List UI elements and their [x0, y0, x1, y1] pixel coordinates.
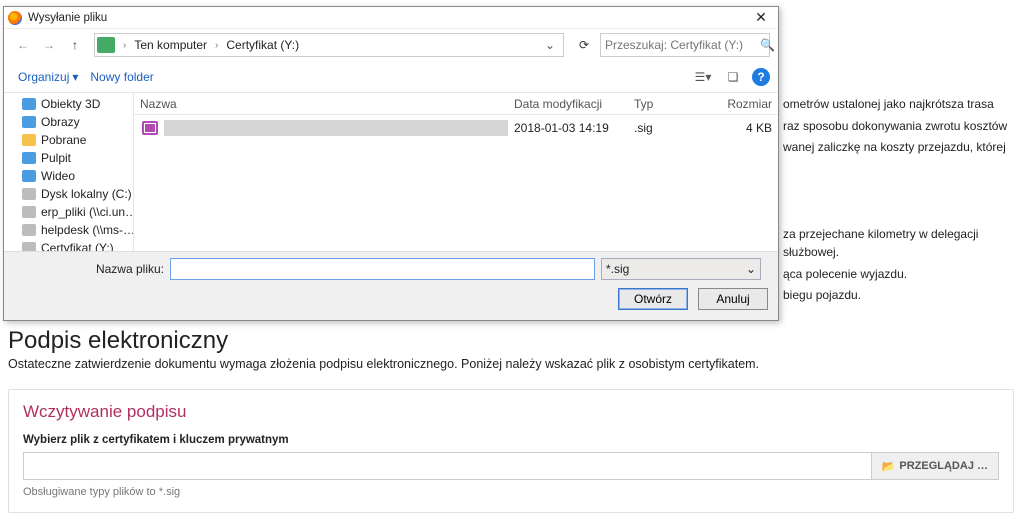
search-box[interactable]: 🔍 — [600, 33, 770, 57]
panel-heading: Wczytywanie podpisu — [23, 402, 999, 422]
page-title: Podpis elektroniczny — [8, 327, 1014, 355]
file-modified-cell: 2018-01-03 14:19 — [508, 121, 628, 135]
column-headers[interactable]: Nazwa Data modyfikacji Typ Rozmiar — [134, 93, 778, 115]
arrow-right-icon: → — [43, 38, 55, 52]
file-row[interactable]: 2018-01-03 14:19 .sig 4 KB — [134, 117, 778, 139]
view-mode-button[interactable]: ☰▾ — [692, 67, 714, 87]
col-size[interactable]: Rozmiar — [708, 97, 778, 111]
tree-item-downloads[interactable]: Pobrane — [4, 131, 133, 149]
dialog-titlebar: Wysyłanie pliku ✕ — [4, 7, 778, 29]
tree-item-desktop[interactable]: Pulpit — [4, 149, 133, 167]
help-button[interactable]: ? — [752, 68, 770, 86]
folder-icon — [22, 152, 36, 164]
tree-item-drive-y[interactable]: Certyfikat (Y:) — [4, 239, 133, 251]
crumb-this-pc[interactable]: Ten komputer — [130, 38, 211, 52]
organize-menu[interactable]: Organizuj▾ — [12, 70, 84, 84]
chevron-right-icon: › — [211, 40, 222, 51]
file-field-label: Wybierz plik z certyfikatem i kluczem pr… — [23, 434, 999, 446]
tree-item-net-erp[interactable]: erp_pliki (\\ci.un… — [4, 203, 133, 221]
folder-icon — [22, 116, 36, 128]
tree-item-drive-c[interactable]: Dysk lokalny (C:) — [4, 185, 133, 203]
certificate-file-input[interactable] — [23, 452, 872, 480]
preview-pane-button[interactable]: ❏ — [722, 67, 744, 87]
col-type[interactable]: Typ — [628, 97, 708, 111]
nav-up-button[interactable]: ↑ — [64, 34, 86, 56]
file-size-cell: 4 KB — [708, 121, 778, 135]
page-subtitle: Ostateczne zatwierdzenie dokumentu wymag… — [8, 357, 1014, 371]
background-document-text: ometrów ustalonej jako najkrótsza trasa … — [783, 95, 1014, 308]
file-type-cell: .sig — [628, 121, 708, 135]
list-view-icon: ☰▾ — [695, 70, 712, 84]
sig-file-icon — [142, 121, 158, 135]
filename-input[interactable] — [170, 258, 595, 280]
search-icon: 🔍 — [760, 38, 775, 52]
file-name-cell[interactable] — [164, 120, 508, 136]
dialog-title: Wysyłanie pliku — [28, 12, 748, 24]
tree-item-pictures[interactable]: Obrazy — [4, 113, 133, 131]
chevron-down-icon: ▾ — [72, 70, 78, 84]
help-icon: ? — [757, 70, 764, 84]
col-modified[interactable]: Data modyfikacji — [508, 97, 628, 111]
drive-icon — [22, 188, 36, 200]
supported-types-hint: Obsługiwane typy plików to *.sig — [23, 486, 999, 498]
drive-icon — [22, 242, 36, 251]
search-input[interactable] — [605, 38, 760, 52]
arrow-left-icon: ← — [17, 38, 29, 52]
folder-tree[interactable]: Obiekty 3D Obrazy Pobrane Pulpit Wideo D… — [4, 93, 134, 251]
dialog-nav: ← → ↑ › Ten komputer › Certyfikat (Y:) ⌄… — [4, 29, 778, 61]
new-folder-button[interactable]: Nowy folder — [84, 70, 159, 84]
file-list: Nazwa Data modyfikacji Typ Rozmiar 2018-… — [134, 93, 778, 251]
chevron-right-icon: › — [119, 40, 130, 51]
tree-item-videos[interactable]: Wideo — [4, 167, 133, 185]
close-button[interactable]: ✕ — [748, 9, 774, 26]
folder-icon — [22, 98, 36, 110]
breadcrumb[interactable]: › Ten komputer › Certyfikat (Y:) ⌄ — [94, 33, 564, 57]
refresh-icon: ⟳ — [579, 38, 589, 52]
refresh-button[interactable]: ⟳ — [572, 38, 596, 52]
chevron-down-icon: ⌄ — [746, 262, 756, 276]
preview-pane-icon: ❏ — [728, 70, 739, 84]
open-button[interactable]: Otwórz — [618, 288, 688, 310]
firefox-icon — [8, 11, 22, 25]
tree-item-3d-objects[interactable]: Obiekty 3D — [4, 95, 133, 113]
signature-section: Podpis elektroniczny Ostateczne zatwierd… — [8, 327, 1014, 513]
nav-forward-button: → — [38, 34, 60, 56]
folder-open-icon: 📂 — [882, 460, 896, 473]
filename-label: Nazwa pliku: — [14, 262, 164, 276]
nav-back-button[interactable]: ← — [12, 34, 34, 56]
folder-icon — [22, 170, 36, 182]
dialog-footer: Nazwa pliku: *.sig ⌄ Otwórz Anuluj — [4, 251, 778, 320]
computer-icon — [97, 37, 115, 53]
crumb-drive[interactable]: Certyfikat (Y:) — [222, 38, 303, 52]
browse-button[interactable]: 📂 PRZEGLĄDAJ … — [872, 452, 999, 480]
dialog-toolbar: Organizuj▾ Nowy folder ☰▾ ❏ ? — [4, 61, 778, 93]
file-type-filter[interactable]: *.sig ⌄ — [601, 258, 761, 280]
network-drive-icon — [22, 206, 36, 218]
arrow-up-icon: ↑ — [72, 38, 78, 52]
folder-icon — [22, 134, 36, 146]
col-name[interactable]: Nazwa — [134, 97, 508, 111]
file-open-dialog: Wysyłanie pliku ✕ ← → ↑ › Ten komputer ›… — [3, 6, 779, 321]
chevron-down-icon[interactable]: ⌄ — [539, 38, 561, 52]
tree-item-net-helpdesk[interactable]: helpdesk (\\ms-… — [4, 221, 133, 239]
cancel-button[interactable]: Anuluj — [698, 288, 768, 310]
network-drive-icon — [22, 224, 36, 236]
signature-panel: Wczytywanie podpisu Wybierz plik z certy… — [8, 389, 1014, 513]
